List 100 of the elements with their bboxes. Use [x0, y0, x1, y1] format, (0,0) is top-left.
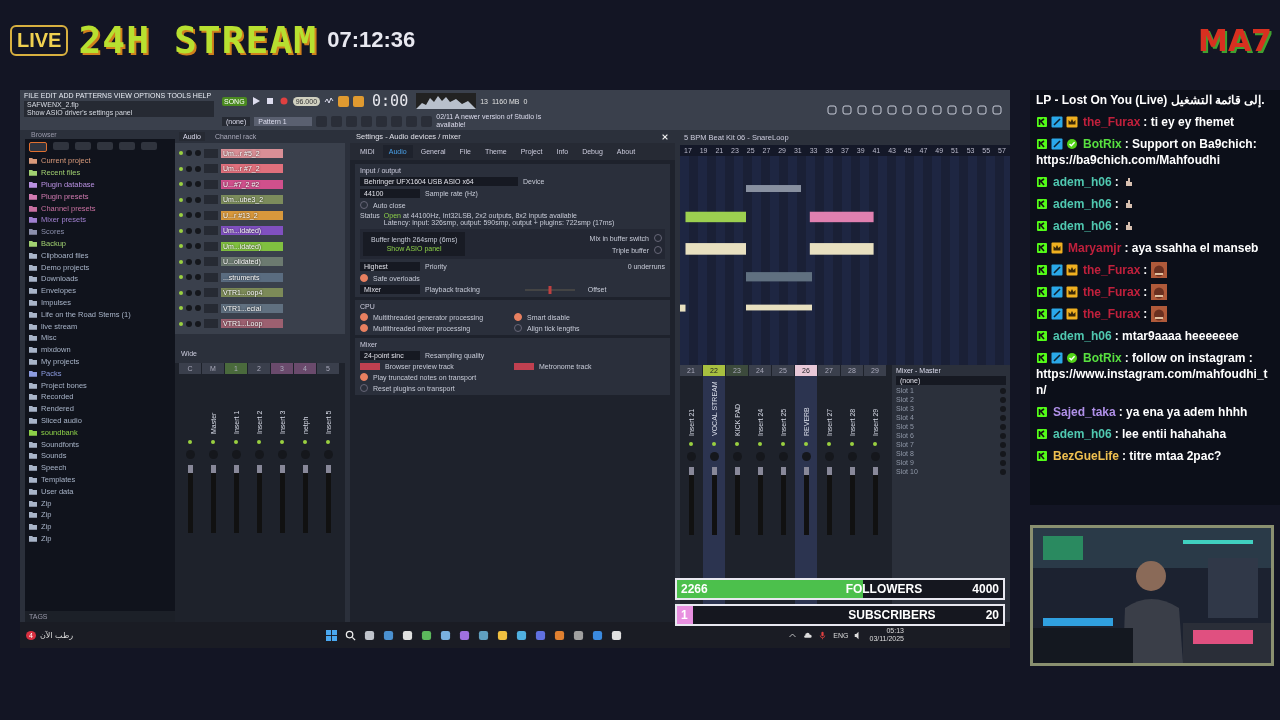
led-icon[interactable]: [234, 439, 238, 444]
app-icon[interactable]: [478, 629, 489, 641]
led-icon[interactable]: [211, 439, 215, 444]
chat-username[interactable]: adem_h06: [1053, 175, 1112, 189]
sword-badge-icon: [1051, 138, 1063, 150]
kick-badge-icon: [1036, 450, 1048, 462]
chat-username[interactable]: BotRix: [1083, 351, 1122, 365]
mixer-track-slot[interactable]: [204, 179, 218, 189]
led-icon[interactable]: [735, 442, 739, 446]
chat-username[interactable]: adem_h06: [1053, 197, 1112, 211]
radio-button[interactable]: [360, 373, 368, 381]
tool-button[interactable]: [353, 95, 365, 107]
led-icon[interactable]: [179, 321, 183, 326]
goal-target: 4000: [972, 582, 999, 596]
wave-icon[interactable]: [324, 96, 335, 106]
led-icon[interactable]: [689, 442, 693, 446]
fader[interactable]: [187, 464, 193, 533]
fader[interactable]: [803, 467, 809, 535]
search-icon[interactable]: [345, 629, 356, 641]
fader[interactable]: [302, 464, 308, 533]
led-icon[interactable]: [188, 439, 192, 444]
chat-username[interactable]: adem_h06: [1053, 427, 1112, 441]
play-icon[interactable]: [250, 96, 261, 106]
led-icon[interactable]: [179, 290, 183, 295]
close-icon[interactable]: [661, 132, 669, 141]
microphone-icon[interactable]: [818, 630, 828, 640]
led-icon[interactable]: [280, 439, 284, 444]
chat-link[interactable]: https://www.instagram.com/mahfoudhi_tn/: [1036, 366, 1274, 398]
led-icon[interactable]: [179, 166, 183, 171]
led-icon[interactable]: [781, 442, 785, 446]
led-icon[interactable]: [179, 228, 183, 233]
stop-icon[interactable]: [264, 96, 275, 106]
led-icon[interactable]: [179, 259, 183, 264]
radio-button[interactable]: [514, 313, 522, 321]
app-icon[interactable]: [421, 629, 432, 641]
fader[interactable]: [734, 467, 740, 535]
kick-badge-icon: [1036, 176, 1048, 188]
fader[interactable]: [780, 467, 786, 535]
radio-button[interactable]: [360, 274, 368, 282]
app-icon[interactable]: [440, 629, 451, 641]
mixer-track-slot[interactable]: [204, 210, 218, 220]
app-icon[interactable]: [611, 629, 622, 641]
chat-message-text: :: [1114, 175, 1119, 189]
track-selector[interactable]: [514, 363, 534, 370]
fader[interactable]: [210, 464, 216, 533]
fader[interactable]: [325, 464, 331, 533]
mixer-track-slot[interactable]: [204, 319, 218, 328]
mixer-track-slot[interactable]: [204, 288, 218, 297]
fader[interactable]: [849, 467, 855, 535]
fader[interactable]: [233, 464, 239, 533]
led-icon[interactable]: [257, 439, 261, 444]
track-selector[interactable]: [360, 363, 380, 370]
chat-username[interactable]: BotRix: [1083, 137, 1122, 151]
fader[interactable]: [279, 464, 285, 533]
mixer-track-slot[interactable]: [204, 164, 218, 173]
app-icon[interactable]: [516, 629, 527, 641]
led-icon[interactable]: [758, 442, 762, 446]
chat-message-text: :: [1114, 219, 1119, 233]
led-icon[interactable]: [827, 442, 831, 446]
tool-button[interactable]: [338, 95, 350, 107]
led-icon[interactable]: [326, 439, 330, 444]
led-icon[interactable]: [179, 197, 183, 202]
kick-badge-icon: [1036, 330, 1048, 342]
fader[interactable]: [711, 467, 717, 535]
mixer-track-slot[interactable]: [204, 195, 218, 204]
mixer-track-slot[interactable]: [204, 303, 218, 313]
mixer-track-slot[interactable]: [204, 148, 218, 158]
fader[interactable]: [256, 464, 262, 533]
channel-logo: MA7: [1198, 22, 1272, 58]
cloud-icon[interactable]: [803, 630, 813, 640]
led-icon[interactable]: [873, 442, 877, 446]
app-icon[interactable]: [554, 629, 565, 641]
mixer-track-slot[interactable]: [204, 272, 218, 282]
fader[interactable]: [688, 467, 694, 535]
fader[interactable]: [872, 467, 878, 535]
app-icon[interactable]: [497, 629, 508, 641]
kick-badge-icon: [1036, 138, 1048, 150]
radio-button[interactable]: [360, 313, 368, 321]
chat-username[interactable]: BezGueLife: [1053, 449, 1119, 463]
mixer-track-slot[interactable]: [204, 257, 218, 266]
chat-message-text: :: [1114, 197, 1119, 211]
app-icon[interactable]: [573, 629, 584, 641]
app-icon[interactable]: [402, 629, 413, 641]
chat-message-text: : aya ssahha el manseb: [1124, 241, 1259, 255]
led-icon[interactable]: [850, 442, 854, 446]
sword-badge-icon: [1051, 116, 1063, 128]
chat-username[interactable]: adem_h06: [1053, 329, 1112, 343]
chat-username[interactable]: Sajed_taka: [1053, 405, 1116, 419]
chat-link[interactable]: https://ba9chich.com/Mahfoudhi: [1036, 152, 1274, 168]
app-icon[interactable]: [364, 629, 375, 641]
weather-text[interactable]: رطب الآن: [39, 630, 74, 640]
chat-username[interactable]: adem_h06: [1053, 219, 1112, 233]
browser-tab[interactable]: [29, 142, 47, 152]
led-icon[interactable]: [303, 439, 307, 444]
windows-start-icon[interactable]: [326, 629, 337, 641]
mixer-track-slot[interactable]: [204, 226, 218, 235]
radio-button[interactable]: [360, 324, 368, 332]
mixer-track-slot[interactable]: [204, 241, 218, 251]
fader[interactable]: [826, 467, 832, 535]
fader[interactable]: [757, 467, 763, 535]
